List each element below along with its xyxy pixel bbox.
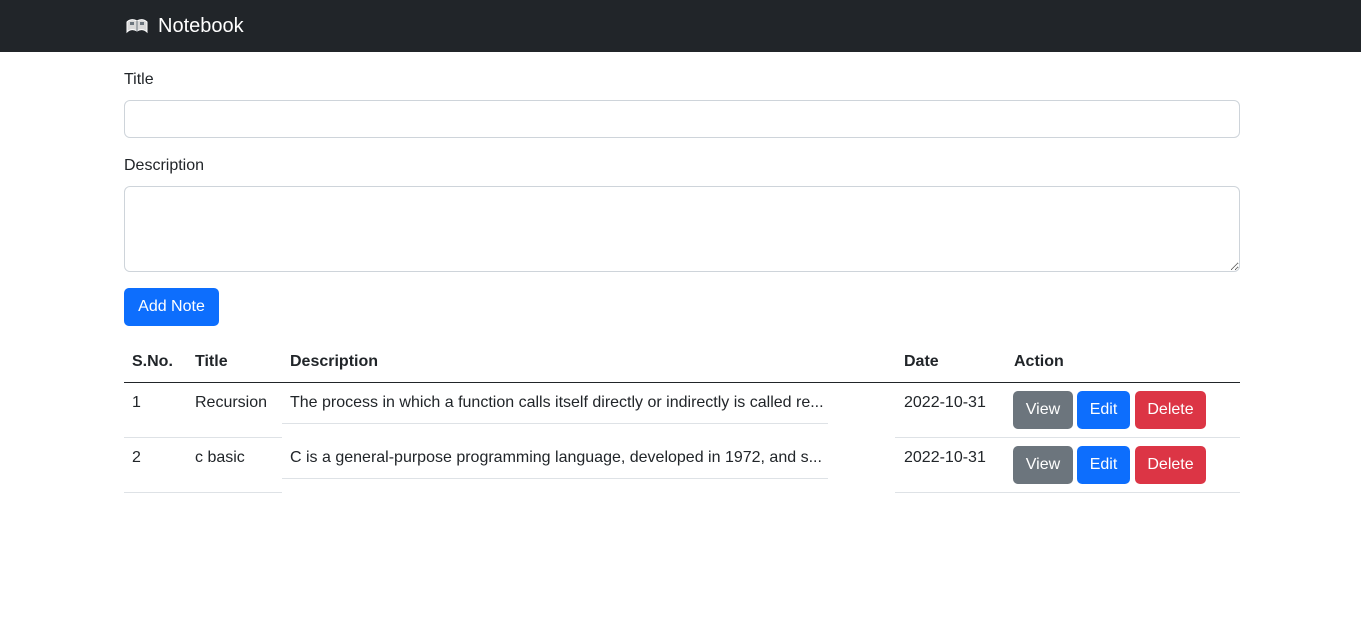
row-title: Recursion (195, 394, 268, 411)
add-note-button[interactable]: Add Note (124, 288, 219, 326)
row-divider (282, 478, 828, 479)
row-divider (124, 437, 282, 438)
brand-label: Notebook (158, 14, 244, 37)
edit-button[interactable]: Edit (1077, 391, 1130, 429)
row-title: c basic (195, 449, 245, 466)
row-date: 2022-10-31 (904, 394, 986, 411)
row-sno: 2 (132, 449, 141, 466)
title-input[interactable] (124, 100, 1240, 138)
notebook-icon (124, 16, 150, 36)
header-sno: S.No. (132, 353, 173, 370)
row-sno: 1 (132, 394, 141, 411)
header-divider (124, 382, 1240, 383)
edit-button[interactable]: Edit (1077, 446, 1130, 484)
row-divider (895, 437, 1240, 438)
row-divider (124, 492, 282, 493)
title-label: Title (124, 71, 154, 88)
view-button[interactable]: View (1013, 391, 1073, 429)
header-description: Description (290, 353, 379, 370)
delete-button[interactable]: Delete (1135, 391, 1206, 429)
view-button[interactable]: View (1013, 446, 1073, 484)
row-description: The process in which a function calls it… (290, 394, 824, 411)
delete-button[interactable]: Delete (1135, 446, 1206, 484)
header-date: Date (904, 353, 939, 370)
header-title: Title (195, 353, 228, 370)
row-description: C is a general-purpose programming langu… (290, 449, 822, 466)
navbar-brand[interactable]: Notebook (124, 12, 244, 40)
row-date: 2022-10-31 (904, 449, 986, 466)
description-textarea[interactable] (124, 186, 1240, 272)
row-divider (282, 423, 828, 424)
row-divider (895, 492, 1240, 493)
header-action: Action (1014, 353, 1064, 370)
navbar: Notebook (0, 0, 1361, 52)
description-label: Description (124, 157, 205, 174)
